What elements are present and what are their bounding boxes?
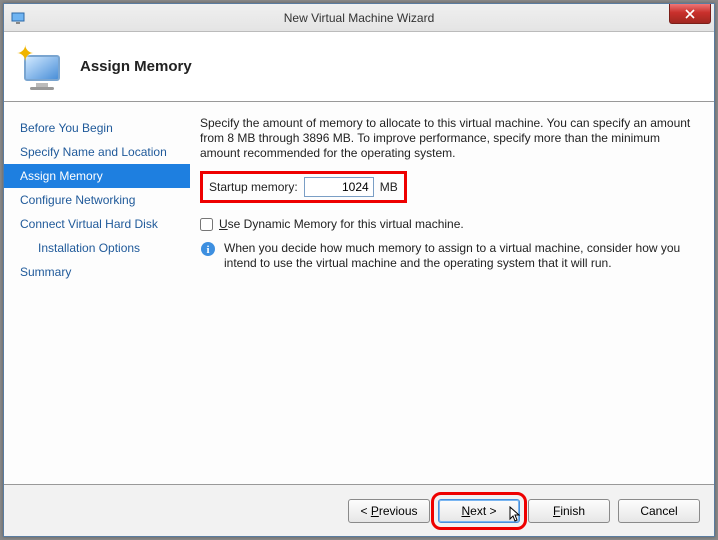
startup-memory-label: Startup memory: bbox=[209, 180, 298, 194]
info-icon: i bbox=[200, 241, 216, 257]
sidebar-item-connect-vhd[interactable]: Connect Virtual Hard Disk bbox=[4, 212, 190, 236]
sidebar-item-assign-memory[interactable]: Assign Memory bbox=[4, 164, 190, 188]
main-panel: Specify the amount of memory to allocate… bbox=[190, 102, 714, 484]
next-button[interactable]: Next > bbox=[438, 499, 520, 523]
sidebar-item-configure-networking[interactable]: Configure Networking bbox=[4, 188, 190, 212]
sidebar-item-installation-options[interactable]: Installation Options bbox=[4, 236, 190, 260]
dynamic-memory-label[interactable]: Use Dynamic Memory for this virtual mach… bbox=[219, 217, 464, 231]
dynamic-memory-row: Use Dynamic Memory for this virtual mach… bbox=[200, 217, 696, 231]
cancel-button[interactable]: Cancel bbox=[618, 499, 700, 523]
titlebar: New Virtual Machine Wizard bbox=[4, 4, 714, 32]
window-title: New Virtual Machine Wizard bbox=[4, 11, 714, 25]
description-text: Specify the amount of memory to allocate… bbox=[200, 116, 696, 161]
info-row: i When you decide how much memory to ass… bbox=[200, 241, 696, 271]
wizard-icon: ✦ bbox=[18, 43, 66, 91]
svg-text:i: i bbox=[206, 244, 209, 256]
sidebar-item-before-you-begin[interactable]: Before You Begin bbox=[4, 116, 190, 140]
page-title: Assign Memory bbox=[80, 58, 192, 75]
sidebar: Before You Begin Specify Name and Locati… bbox=[4, 102, 190, 484]
info-text: When you decide how much memory to assig… bbox=[224, 241, 696, 271]
dynamic-memory-checkbox[interactable] bbox=[200, 218, 213, 231]
close-button[interactable] bbox=[669, 4, 711, 24]
startup-memory-row: Startup memory: MB bbox=[200, 171, 407, 203]
footer: < Previous Next > Finish Cancel bbox=[4, 484, 714, 536]
sidebar-item-specify-name[interactable]: Specify Name and Location bbox=[4, 140, 190, 164]
startup-memory-input[interactable] bbox=[304, 177, 374, 197]
body: Before You Begin Specify Name and Locati… bbox=[4, 102, 714, 484]
sidebar-item-summary[interactable]: Summary bbox=[4, 260, 190, 284]
cursor-icon bbox=[509, 506, 523, 527]
header-panel: ✦ Assign Memory bbox=[4, 32, 714, 102]
previous-button[interactable]: < Previous bbox=[348, 499, 430, 523]
wizard-window: New Virtual Machine Wizard ✦ Assign Memo… bbox=[3, 3, 715, 537]
mb-suffix: MB bbox=[380, 180, 398, 194]
finish-button[interactable]: Finish bbox=[528, 499, 610, 523]
app-icon bbox=[10, 10, 26, 26]
